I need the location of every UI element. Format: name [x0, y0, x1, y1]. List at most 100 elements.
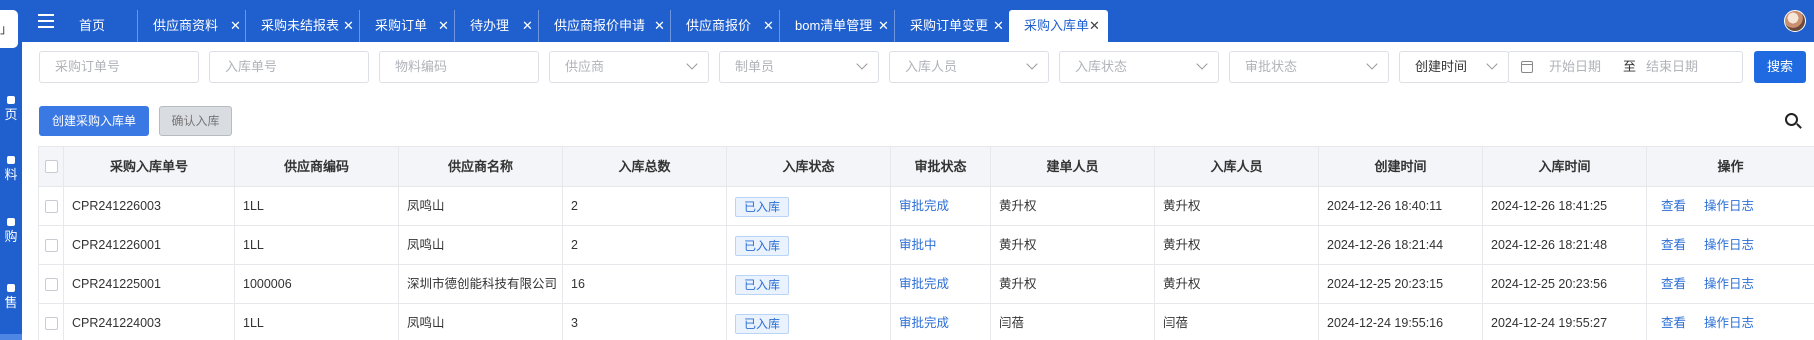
sidebar-item-home[interactable]: 页 — [0, 96, 22, 132]
receipt-status-select[interactable]: 入库状态 — [1059, 51, 1219, 83]
close-icon[interactable]: ✕ — [993, 10, 1004, 42]
search-icon[interactable] — [1785, 113, 1802, 129]
tab-open-po-report[interactable]: 采购未结报表 ✕ — [245, 10, 359, 42]
menu-toggle-icon[interactable] — [38, 14, 54, 28]
tab-po-change[interactable]: 采购订单变更 ✕ — [894, 10, 1009, 42]
supplier-select[interactable]: 供应商 — [549, 51, 709, 83]
receipt-number-cell: CPR241225001 — [64, 265, 235, 303]
tab-purchase-order[interactable]: 采购订单 ✕ — [359, 10, 454, 42]
confirm-receipt-button[interactable]: 确认入库 — [159, 106, 232, 136]
close-icon[interactable]: ✕ — [763, 10, 774, 42]
tab-supplier-info[interactable]: 供应商资料 ✕ — [137, 10, 245, 42]
operation-log-link[interactable]: 操作日志 — [1704, 238, 1754, 252]
table-row[interactable]: CPR241226001 1LL 凤鸣山 2 已入库 审批中 黄升权 黄升权 2… — [39, 226, 1814, 265]
column-header: 操作 — [1647, 147, 1814, 186]
logo[interactable]: 」 — [0, 10, 18, 48]
start-date-input[interactable]: 开始日期 — [1549, 52, 1601, 82]
close-icon[interactable]: ✕ — [438, 10, 449, 42]
operations-cell: 查看 操作日志 — [1647, 265, 1814, 303]
column-header[interactable]: 采购入库单号 — [64, 147, 235, 186]
creator-select[interactable]: 制单员 — [719, 51, 879, 83]
material-code-input[interactable]: 物料编码 — [379, 51, 539, 83]
view-link[interactable]: 查看 — [1661, 277, 1686, 291]
column-header[interactable]: 供应商名称 — [399, 147, 563, 186]
tab-todo[interactable]: 待办理 ✕ — [454, 10, 538, 42]
approval-status-link[interactable]: 审批中 — [899, 238, 937, 252]
close-icon[interactable]: ✕ — [343, 10, 354, 42]
close-icon[interactable]: ✕ — [878, 10, 889, 42]
receipt-status-cell: 已入库 — [727, 265, 891, 303]
approval-status-link[interactable]: 审批完成 — [899, 199, 949, 213]
chevron-down-icon — [1196, 58, 1208, 70]
data-icon — [7, 156, 15, 164]
date-range-picker[interactable]: 开始日期 至 结束日期 — [1508, 51, 1743, 83]
calendar-icon — [1521, 61, 1533, 73]
receiver-cell: 黄升权 — [1155, 265, 1319, 303]
date-type-select[interactable]: 创建时间 — [1399, 51, 1509, 83]
receipt-number-input[interactable]: 入库单号 — [209, 51, 369, 83]
close-icon[interactable]: ✕ — [230, 10, 241, 42]
approval-status-link[interactable]: 审批完成 — [899, 316, 949, 330]
operation-log-link[interactable]: 操作日志 — [1704, 277, 1754, 291]
column-header[interactable]: 供应商编码 — [235, 147, 399, 186]
sidebar-item-label: 购 — [4, 229, 18, 244]
row-checkbox[interactable] — [45, 278, 58, 291]
sidebar-item-label: 页 — [4, 107, 18, 122]
approval-status-select[interactable]: 审批状态 — [1229, 51, 1389, 83]
search-button[interactable]: 搜索 — [1754, 51, 1806, 83]
sidebar-item-data[interactable]: 料 — [0, 156, 22, 192]
tab-label: 供应商报价申请 — [554, 18, 646, 33]
receiver-select[interactable]: 入库人员 — [889, 51, 1049, 83]
supplier-select-placeholder: 供应商 — [565, 59, 605, 74]
tab-home[interactable]: 首页 — [64, 10, 126, 42]
operations-cell: 查看 操作日志 — [1647, 226, 1814, 264]
column-header[interactable]: 创建时间 — [1319, 147, 1483, 186]
close-icon[interactable]: ✕ — [522, 10, 533, 42]
select-all-checkbox[interactable] — [45, 160, 58, 173]
received-time-cell: 2024-12-26 18:21:48 — [1483, 226, 1647, 264]
tab-quote-request[interactable]: 供应商报价申请 ✕ — [538, 10, 670, 42]
view-link[interactable]: 查看 — [1661, 316, 1686, 330]
approval-status-link[interactable]: 审批完成 — [899, 277, 949, 291]
column-header[interactable]: 入库状态 — [727, 147, 891, 186]
operation-log-link[interactable]: 操作日志 — [1704, 199, 1754, 213]
receipt-table: 采购入库单号 供应商编码 供应商名称 入库总数 入库状态 审批状态 建单人员 入… — [38, 146, 1814, 340]
close-icon[interactable]: ✕ — [1089, 10, 1100, 42]
column-header[interactable]: 入库人员 — [1155, 147, 1319, 186]
tab-supplier-quote[interactable]: 供应商报价 ✕ — [670, 10, 779, 42]
sidebar: 」 页 料 购 售 — [0, 0, 22, 340]
column-header[interactable]: 入库总数 — [563, 147, 727, 186]
tab-label: 采购入库单 — [1024, 18, 1090, 33]
column-header[interactable]: 入库时间 — [1483, 147, 1647, 186]
row-checkbox[interactable] — [45, 317, 58, 330]
table-row[interactable]: CPR241226003 1LL 凤鸣山 2 已入库 审批完成 黄升权 黄升权 … — [39, 187, 1814, 226]
receipt-status-placeholder: 入库状态 — [1075, 59, 1128, 74]
tab-purchase-receipt[interactable]: 采购入库单 ✕ — [1009, 10, 1108, 42]
user-avatar[interactable] — [1784, 10, 1806, 32]
supplier-code-cell: 1000006 — [235, 265, 399, 303]
table-row[interactable]: CPR241224003 1LL 凤鸣山 3 已入库 审批完成 闫蓓 闫蓓 20… — [39, 304, 1814, 340]
view-link[interactable]: 查看 — [1661, 199, 1686, 213]
sidebar-item-purchase[interactable]: 购 — [0, 218, 22, 254]
create-receipt-button[interactable]: 创建采购入库单 — [39, 106, 149, 136]
operation-log-link[interactable]: 操作日志 — [1704, 316, 1754, 330]
table-row[interactable]: CPR241225001 1000006 深圳市德创能科技有限公司 16 已入库… — [39, 265, 1814, 304]
column-header[interactable]: 审批状态 — [891, 147, 991, 186]
sidebar-item-label: 料 — [4, 167, 18, 182]
chevron-down-icon — [856, 58, 868, 70]
tab-bom-management[interactable]: bom清单管理 ✕ — [779, 10, 894, 42]
row-checkbox[interactable] — [45, 200, 58, 213]
tab-label: 待办理 — [470, 18, 510, 33]
close-icon[interactable]: ✕ — [654, 10, 665, 42]
view-link[interactable]: 查看 — [1661, 238, 1686, 252]
end-date-input[interactable]: 结束日期 — [1646, 52, 1698, 82]
tab-label: 采购订单 — [375, 18, 428, 33]
row-checkbox[interactable] — [45, 239, 58, 252]
sidebar-item-sales[interactable]: 售 — [0, 284, 22, 320]
total-quantity-cell: 2 — [563, 187, 727, 225]
date-range-separator: 至 — [1623, 59, 1637, 74]
po-number-input[interactable]: 采购订单号 — [39, 51, 199, 83]
cart-icon — [7, 218, 15, 226]
column-header[interactable]: 建单人员 — [991, 147, 1155, 186]
tab-label: 采购未结报表 — [261, 18, 340, 33]
